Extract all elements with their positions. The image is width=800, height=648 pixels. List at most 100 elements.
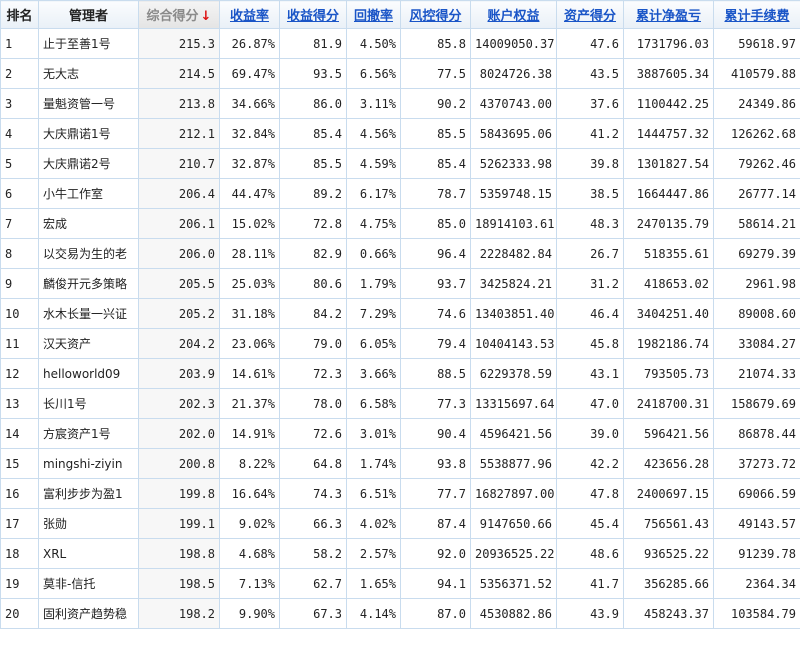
equity-cell: 5538877.96 — [470, 448, 557, 479]
return-score-cell: 89.2 — [279, 178, 347, 209]
fees-cell: 21074.33 — [713, 358, 800, 389]
manager-name-cell: 张勋 — [38, 508, 139, 539]
asset-score-cell: 47.8 — [556, 478, 624, 509]
manager-name-cell: 宏成 — [38, 208, 139, 239]
score-cell: 212.1 — [138, 118, 220, 149]
manager-name-cell: mingshi-ziyin — [38, 448, 139, 479]
fees-cell: 49143.57 — [713, 508, 800, 539]
net-pnl-cell: 3887605.34 — [623, 58, 714, 89]
manager-name-cell: 水木长量一兴证 — [38, 298, 139, 329]
score-cell: 210.7 — [138, 148, 220, 179]
header-equity[interactable]: 账户权益 — [470, 0, 557, 29]
risk-score-cell: 96.4 — [400, 238, 471, 269]
fees-cell: 69279.39 — [713, 238, 800, 269]
return-score-cell: 64.8 — [279, 448, 347, 479]
drawdown-cell: 3.66% — [346, 358, 401, 389]
equity-cell: 13315697.64 — [470, 388, 557, 419]
header-label: 回撤率 — [353, 9, 393, 24]
asset-score-cell: 39.8 — [556, 148, 624, 179]
header-score-sorted[interactable]: 综合得分 ↓ — [138, 0, 220, 29]
asset-score-cell: 37.6 — [556, 88, 624, 119]
fees-cell: 410579.88 — [713, 58, 800, 89]
header-fees[interactable]: 累计手续费 — [713, 0, 800, 29]
asset-score-cell: 45.4 — [556, 508, 624, 539]
net-pnl-cell: 3404251.40 — [623, 298, 714, 329]
asset-score-cell: 31.2 — [556, 268, 624, 299]
net-pnl-cell: 936525.22 — [623, 538, 714, 569]
header-label: 累计净盈亏 — [635, 9, 701, 24]
asset-score-cell: 48.3 — [556, 208, 624, 239]
return-rate-cell: 44.47% — [219, 178, 280, 209]
header-manager: 管理者 — [38, 0, 139, 29]
asset-score-cell: 38.5 — [556, 178, 624, 209]
header-asset-score[interactable]: 资产得分 — [556, 0, 624, 29]
header-label: 排名 — [6, 9, 33, 24]
table-row: 16 富利步步为盈1 199.8 16.64% 74.3 6.51% 77.7 1682789… — [0, 478, 800, 509]
table-row: 4 大庆鼎诺1号 212.1 32.84% 85.4 4.56% 85.5 5843695.0… — [0, 118, 800, 149]
manager-name-cell: 大庆鼎诺2号 — [38, 148, 139, 179]
header-net-pnl[interactable]: 累计净盈亏 — [623, 0, 714, 29]
return-score-cell: 82.9 — [279, 238, 347, 269]
drawdown-cell: 1.74% — [346, 448, 401, 479]
table-row: 13 长川1号 202.3 21.37% 78.0 6.58% 77.3 13315697.6… — [0, 388, 800, 419]
asset-score-cell: 43.9 — [556, 598, 624, 629]
asset-score-cell: 41.7 — [556, 568, 624, 599]
net-pnl-cell: 356285.66 — [623, 568, 714, 599]
header-return-score[interactable]: 收益得分 — [279, 0, 347, 29]
drawdown-cell: 1.65% — [346, 568, 401, 599]
equity-cell: 6229378.59 — [470, 358, 557, 389]
drawdown-cell: 4.50% — [346, 28, 401, 59]
drawdown-cell: 6.05% — [346, 328, 401, 359]
header-label: 风控得分 — [409, 9, 462, 24]
risk-score-cell: 78.7 — [400, 178, 471, 209]
return-rate-cell: 16.64% — [219, 478, 280, 509]
risk-score-cell: 77.7 — [400, 478, 471, 509]
rank-cell: 6 — [0, 178, 39, 209]
asset-score-cell: 43.5 — [556, 58, 624, 89]
return-rate-cell: 34.66% — [219, 88, 280, 119]
manager-name-cell: helloworld09 — [38, 358, 139, 389]
return-score-cell: 72.6 — [279, 418, 347, 449]
drawdown-cell: 3.11% — [346, 88, 401, 119]
drawdown-cell: 4.56% — [346, 118, 401, 149]
score-cell: 204.2 — [138, 328, 220, 359]
equity-cell: 4370743.00 — [470, 88, 557, 119]
return-rate-cell: 4.68% — [219, 538, 280, 569]
manager-name-cell: 固利资产趋势稳 — [38, 598, 139, 629]
rank-cell: 20 — [0, 598, 39, 629]
header-drawdown[interactable]: 回撤率 — [346, 0, 401, 29]
return-rate-cell: 25.03% — [219, 268, 280, 299]
equity-cell: 10404143.53 — [470, 328, 557, 359]
table-row: 5 大庆鼎诺2号 210.7 32.87% 85.5 4.59% 85.4 5262333.9… — [0, 148, 800, 179]
asset-score-cell: 46.4 — [556, 298, 624, 329]
score-cell: 205.5 — [138, 268, 220, 299]
return-score-cell: 62.7 — [279, 568, 347, 599]
return-rate-cell: 21.37% — [219, 388, 280, 419]
risk-score-cell: 87.0 — [400, 598, 471, 629]
risk-score-cell: 85.0 — [400, 208, 471, 239]
header-return-rate[interactable]: 收益率 — [219, 0, 280, 29]
rank-cell: 10 — [0, 298, 39, 329]
asset-score-cell: 42.2 — [556, 448, 624, 479]
return-rate-cell: 26.87% — [219, 28, 280, 59]
return-rate-cell: 28.11% — [219, 238, 280, 269]
drawdown-cell: 4.75% — [346, 208, 401, 239]
fees-cell: 89008.60 — [713, 298, 800, 329]
net-pnl-cell: 1100442.25 — [623, 88, 714, 119]
net-pnl-cell: 518355.61 — [623, 238, 714, 269]
return-score-cell: 79.0 — [279, 328, 347, 359]
manager-name-cell: XRL — [38, 538, 139, 569]
fees-cell: 59618.97 — [713, 28, 800, 59]
header-risk-score[interactable]: 风控得分 — [400, 0, 471, 29]
fees-cell: 24349.86 — [713, 88, 800, 119]
drawdown-cell: 4.14% — [346, 598, 401, 629]
net-pnl-cell: 1664447.86 — [623, 178, 714, 209]
risk-score-cell: 79.4 — [400, 328, 471, 359]
score-cell: 205.2 — [138, 298, 220, 329]
equity-cell: 14009050.37 — [470, 28, 557, 59]
rank-cell: 19 — [0, 568, 39, 599]
rank-cell: 14 — [0, 418, 39, 449]
risk-score-cell: 93.7 — [400, 268, 471, 299]
return-rate-cell: 9.02% — [219, 508, 280, 539]
net-pnl-cell: 793505.73 — [623, 358, 714, 389]
